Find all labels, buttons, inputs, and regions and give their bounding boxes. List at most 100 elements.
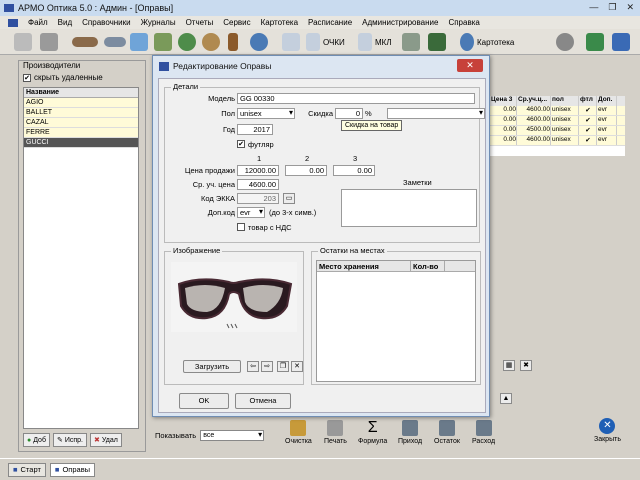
add-button[interactable]: ● Доб xyxy=(23,433,50,447)
menu-reports[interactable]: Отчеты xyxy=(186,18,214,27)
sigma-icon: Σ xyxy=(367,419,378,436)
hide-deleted-checkbox[interactable]: ✔ скрыть удаленные xyxy=(23,73,103,82)
extra-code-label: Доп.код xyxy=(207,208,235,217)
ok-button[interactable]: OK xyxy=(179,393,229,409)
gender-select[interactable]: unisex xyxy=(237,108,295,119)
notes-textarea[interactable] xyxy=(341,189,477,227)
eye-tool-button[interactable] xyxy=(202,32,220,52)
price-2-input[interactable]: 0.00 xyxy=(285,165,327,176)
case-checkbox[interactable]: ✔ xyxy=(237,140,245,148)
list-item-selected[interactable]: GUCCI xyxy=(24,138,138,148)
menu-schedule[interactable]: Расписание xyxy=(308,18,352,27)
menu-file[interactable]: Файл xyxy=(28,18,48,27)
glasses2-tool-button[interactable] xyxy=(104,32,126,52)
exit-tool-button[interactable] xyxy=(612,32,630,52)
list-item[interactable]: AGIO xyxy=(24,98,138,108)
mkl-tool-button[interactable]: МКЛ xyxy=(358,32,392,52)
clear-button[interactable]: Очистка xyxy=(285,420,312,445)
ekka-input[interactable]: 203 xyxy=(237,193,279,204)
prev-image-button[interactable]: ⇦ xyxy=(247,361,259,372)
delete-button[interactable]: ✖ Удал xyxy=(90,433,122,447)
edit-button[interactable]: ✎ Испр. xyxy=(52,433,88,447)
lens-tool-button[interactable] xyxy=(130,32,148,52)
print-button[interactable]: Печать xyxy=(324,420,347,445)
balance-button[interactable]: Остаток xyxy=(434,420,460,445)
timer-tool-button[interactable] xyxy=(556,32,574,52)
menu-references[interactable]: Справочники xyxy=(82,18,130,27)
close-tool-button[interactable] xyxy=(40,32,58,52)
table-row[interactable]: 0.00 4600.00 unisex ✔ evr xyxy=(490,136,625,146)
discount-type-select[interactable] xyxy=(387,108,485,119)
table-row[interactable]: 0.00 4500.00 unisex ✔ evr xyxy=(490,126,625,136)
table-row[interactable]: 0.00 4600.00 unisex ✔ evr xyxy=(490,106,625,116)
minimize-icon[interactable]: — xyxy=(589,2,598,13)
edit-icon: ✎ xyxy=(56,437,63,444)
year-input[interactable]: 2017 xyxy=(237,124,273,135)
income-icon xyxy=(402,420,419,436)
next-image-button[interactable]: ⇨ xyxy=(261,361,273,372)
close-icon[interactable]: ✕ xyxy=(626,2,634,13)
case-label: футляр xyxy=(248,140,274,149)
menu-bar: Файл Вид Справочники Журналы Отчеты Серв… xyxy=(0,16,640,29)
list-item[interactable]: CAZAL xyxy=(24,118,138,128)
menu-help[interactable]: Справка xyxy=(448,18,479,27)
taskbar-frames[interactable]: ■ Оправы xyxy=(49,462,96,477)
price-1-input[interactable]: 12000.00 xyxy=(237,165,279,176)
tools-tool-button[interactable] xyxy=(154,32,172,52)
menu-view[interactable]: Вид xyxy=(58,18,72,27)
nav-tool-button[interactable]: ▲ xyxy=(500,393,512,404)
formula-button[interactable]: Σ Формула xyxy=(358,419,387,446)
avg-price-input[interactable]: 4600.00 xyxy=(237,179,279,190)
menu-journals[interactable]: Журналы xyxy=(141,18,176,27)
globe-tool-button[interactable] xyxy=(178,32,196,52)
bottle-tool-button[interactable] xyxy=(228,32,238,52)
price-3-input[interactable]: 0.00 xyxy=(333,165,375,176)
grid-tool-button[interactable]: ▦ xyxy=(503,360,515,371)
maximize-icon[interactable]: ❐ xyxy=(608,2,616,13)
doc-tool-button[interactable] xyxy=(282,32,300,52)
gender-label: Пол xyxy=(221,109,235,118)
user-tool-button[interactable] xyxy=(250,32,268,52)
load-image-button[interactable]: Загрузить xyxy=(183,360,241,373)
delete-image-button[interactable]: ✕ xyxy=(291,361,303,372)
cash-tool-button[interactable] xyxy=(402,32,420,52)
wrench-tool-button[interactable]: ✖ xyxy=(520,360,532,371)
menu-admin[interactable]: Администрирование xyxy=(362,18,438,27)
discount-input[interactable]: 0 xyxy=(335,108,363,119)
extra-code-select[interactable]: evr xyxy=(237,207,265,218)
exit-button[interactable]: ✕ Закрыть xyxy=(594,418,621,443)
calc-tool-button[interactable] xyxy=(428,32,446,52)
checkbox-icon[interactable]: ✔ xyxy=(23,73,31,82)
dialog-titlebar: Редактирование Оправы xyxy=(153,56,489,76)
discount-tooltip: Скидка на товар xyxy=(341,120,403,131)
table-row[interactable]: 0.00 4600.00 unisex ✔ evr xyxy=(490,116,625,126)
window-title: АРМО Оптика 5.0 : Админ - [Оправы] xyxy=(18,3,174,13)
income-button[interactable]: Приход xyxy=(398,420,422,445)
cancel-button[interactable]: Отмена xyxy=(235,393,291,409)
expense-button[interactable]: Расход xyxy=(472,420,495,445)
taskbar-start[interactable]: ■ Старт xyxy=(8,462,46,477)
app-menu-icon xyxy=(8,18,18,27)
grid-header: Цена 3 Ср.уч.ц... пол фтл Доп. xyxy=(490,96,625,106)
glasses-tool-button[interactable] xyxy=(72,32,98,52)
dialog-close-button[interactable]: ✕ xyxy=(457,59,483,72)
taskbar: ■ Старт ■ Оправы xyxy=(0,458,640,480)
menu-cards[interactable]: Картотека xyxy=(261,18,298,27)
list-item[interactable]: BALLET xyxy=(24,108,138,118)
model-input[interactable]: GG 00330 xyxy=(237,93,475,104)
vat-checkbox[interactable] xyxy=(237,223,245,231)
print-tool-button[interactable] xyxy=(14,32,32,52)
show-select[interactable]: все xyxy=(200,430,265,441)
enter-tool-button[interactable] xyxy=(586,32,604,52)
card-tool-button[interactable]: Картотека xyxy=(460,32,514,52)
points-tool-button[interactable]: ОЧКИ xyxy=(306,32,345,52)
price-label: Цена продажи xyxy=(184,166,235,175)
list-item[interactable]: FERRE xyxy=(24,128,138,138)
stock-col-location: Место хранения xyxy=(317,261,411,271)
model-label: Модель xyxy=(208,94,235,103)
ekka-label: Код ЭККА xyxy=(201,194,235,203)
ekka-lookup-button[interactable]: ▭ xyxy=(283,193,295,204)
menu-service[interactable]: Сервис xyxy=(223,18,250,27)
copy-image-button[interactable]: ❐ xyxy=(277,361,289,372)
frames-grid: Цена 3 Ср.уч.ц... пол фтл Доп. 0.00 4600.00 un… xyxy=(490,96,625,156)
